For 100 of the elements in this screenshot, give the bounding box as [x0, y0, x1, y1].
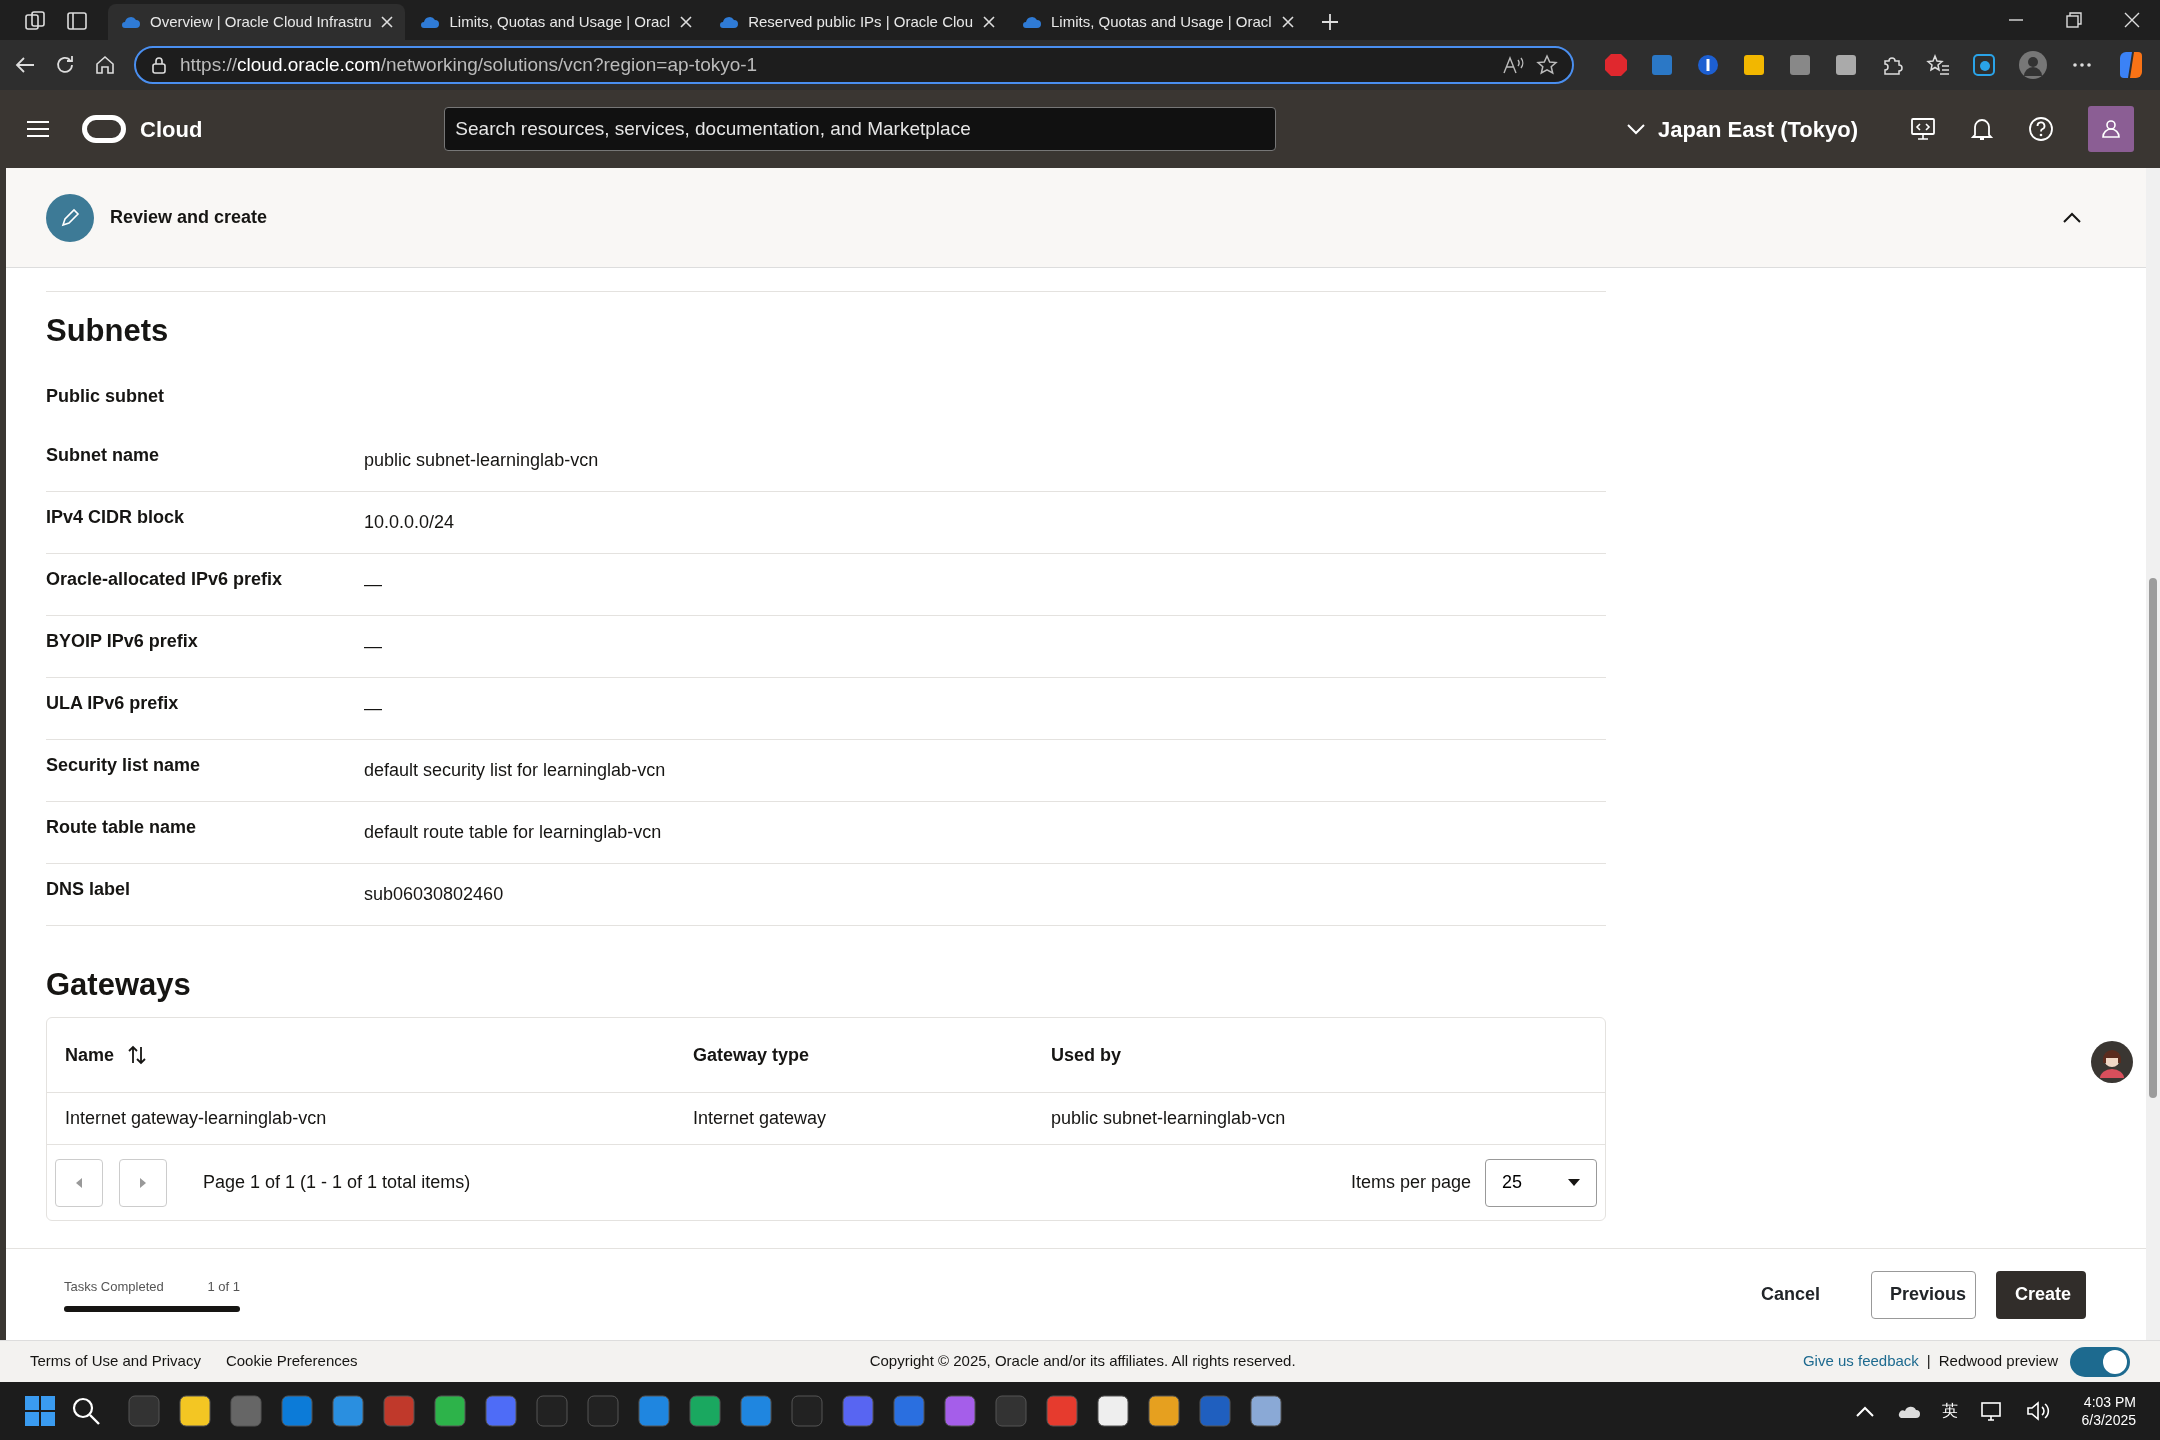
extension-icon[interactable] — [1696, 53, 1720, 77]
caret-down-icon — [1568, 1179, 1580, 1187]
items-per-page-label: Items per page — [1350, 1171, 1471, 1195]
clock-date[interactable]: 6/3/2025 — [2081, 1411, 2136, 1430]
field-label: DNS label — [46, 878, 132, 902]
chevron-up-icon[interactable] — [2063, 212, 2081, 223]
column-header: Gateway type — [693, 1043, 810, 1067]
chevron-down-icon — [1625, 123, 1646, 135]
cloud-icon — [1021, 15, 1041, 29]
field-value: default security list for learninglab-vcn — [364, 759, 666, 783]
developer-tools-icon[interactable] — [1910, 116, 1936, 142]
menu-icon[interactable] — [26, 119, 50, 139]
tab-actions-icon[interactable] — [66, 10, 88, 32]
preview-toggle[interactable] — [2070, 1346, 2130, 1377]
footer-link[interactable]: Terms of Use and Privacy — [30, 1350, 201, 1373]
new-tab-icon[interactable] — [1319, 12, 1340, 32]
progress-count: 1 of 1 — [207, 1277, 240, 1296]
cancel-button[interactable]: Cancel — [1741, 1270, 1839, 1319]
search-field[interactable]: Search resources, services, documentation, and Marketplace — [444, 107, 1277, 151]
volume-icon[interactable] — [2025, 1400, 2050, 1422]
read-aloud-icon[interactable] — [1502, 55, 1524, 75]
close-icon[interactable] — [1281, 16, 1294, 28]
field-label: BYOIP IPv6 prefix — [46, 630, 199, 654]
field-label: Subnet name — [46, 444, 161, 468]
field-value: — — [364, 697, 382, 721]
items-per-page-select[interactable]: 25 — [1485, 1158, 1597, 1207]
address-bar[interactable]: https://cloud.oracle.com/networking/solutions/vcn?region=ap-tokyo-1 — [134, 46, 1574, 84]
browser-tab[interactable]: Limits, Quotas and Usage | Oracl — [407, 4, 705, 40]
close-icon[interactable] — [2124, 12, 2140, 28]
pencil-icon — [46, 193, 94, 242]
favorites-icon[interactable] — [1926, 53, 1950, 77]
app-icon[interactable] — [1095, 1393, 1131, 1429]
extension-icon[interactable] — [1742, 53, 1766, 77]
logo-icon[interactable] — [82, 115, 126, 143]
copyright-text: Copyright © 2025, Oracle and/or its affiliates. All rights reserved. — [869, 1351, 1296, 1372]
extension-icon[interactable] — [1834, 53, 1858, 77]
column-header[interactable]: Name — [65, 1041, 115, 1069]
progress-label: Tasks Completed — [64, 1277, 164, 1296]
close-icon[interactable] — [381, 16, 394, 28]
field-label: Route table name — [46, 816, 198, 840]
assistant-avatar-icon[interactable] — [2090, 1040, 2134, 1084]
separator: | — [1926, 1351, 1931, 1372]
step-title: Review and create — [110, 206, 268, 229]
search-icon[interactable] — [71, 1396, 101, 1426]
browser-tab[interactable]: Overview | Oracle Cloud Infrastru — [108, 4, 406, 40]
app-icon[interactable] — [1146, 1393, 1182, 1429]
close-icon[interactable] — [983, 16, 995, 28]
table-cell-text: Internet gateway — [693, 1107, 828, 1131]
create-button[interactable]: Create — [1996, 1270, 2086, 1319]
region-selector[interactable]: Japan East (Tokyo) — [1625, 112, 1858, 146]
start-icon[interactable] — [24, 1395, 56, 1427]
section-heading: Gateways — [46, 966, 192, 1004]
footer-link[interactable]: Cookie Preferences — [225, 1350, 358, 1373]
field-value: sub06030802460 — [364, 883, 504, 907]
field-value: — — [364, 573, 382, 597]
column-header: Used by — [1051, 1043, 1122, 1067]
browser-tab[interactable]: Limits, Quotas and Usage | Oracl — [1009, 4, 1306, 40]
field-label: Security list name — [46, 754, 202, 778]
field-label: Oracle-allocated IPv6 prefix — [46, 568, 284, 592]
feedback-link[interactable]: Give us feedback — [1802, 1350, 1919, 1373]
close-icon[interactable] — [680, 16, 693, 28]
product-name: Cloud — [140, 115, 203, 144]
profile-avatar-icon[interactable] — [2018, 50, 2048, 80]
sort-icon[interactable] — [128, 1045, 147, 1066]
app-icon[interactable] — [1248, 1393, 1284, 1429]
input-method-indicator[interactable]: 英 — [1941, 1399, 1958, 1423]
previous-button[interactable]: Previous — [1871, 1270, 1976, 1319]
help-icon[interactable] — [2028, 116, 2054, 142]
clock-time[interactable]: 4:03 PM — [2081, 1392, 2136, 1411]
network-icon[interactable] — [1979, 1400, 2004, 1422]
workspaces-icon[interactable] — [24, 10, 46, 32]
app-icon[interactable] — [177, 1393, 213, 1429]
home-icon[interactable] — [94, 54, 116, 76]
browser-essentials-icon[interactable] — [1972, 53, 1996, 77]
browser-tab[interactable]: Reserved public IPs | Oracle Clou — [706, 4, 1007, 40]
field-value: public subnet-learninglab-vcn — [364, 449, 599, 473]
url-text: https://cloud.oracle.com/networking/solutions/vcn?region=ap-tokyo-1 — [180, 52, 759, 77]
star-icon[interactable] — [1536, 54, 1558, 76]
caret-left-icon — [75, 1176, 83, 1189]
field-value: — — [364, 635, 382, 659]
table-cell-text: public subnet-learninglab-vcn — [1051, 1107, 1286, 1131]
field-value: default route table for learninglab-vcn — [364, 821, 662, 845]
cloud-icon — [419, 15, 440, 29]
app-icon[interactable] — [432, 1393, 468, 1429]
subsection-heading: Public subnet — [46, 385, 165, 409]
section-heading: Subnets — [46, 312, 170, 350]
caret-right-icon — [139, 1176, 147, 1189]
cloud-icon — [120, 15, 140, 29]
table-cell-text: Internet gateway-learninglab-vcn — [65, 1107, 328, 1131]
field-label: ULA IPv6 prefix — [46, 692, 180, 716]
field-label: IPv4 CIDR block — [46, 506, 186, 530]
pagination-summary: Page 1 of 1 (1 - 1 of 1 total items) — [203, 1171, 471, 1195]
cloud-icon — [718, 15, 739, 29]
user-avatar-icon[interactable] — [2088, 106, 2134, 152]
field-value: 10.0.0.0/24 — [364, 511, 455, 535]
notifications-icon[interactable] — [1970, 116, 1994, 142]
refresh-icon[interactable] — [54, 54, 76, 76]
step-header[interactable]: Review and create — [6, 168, 2146, 268]
preview-label: Redwood preview — [1938, 1351, 2058, 1372]
restore-icon[interactable] — [2066, 12, 2082, 28]
